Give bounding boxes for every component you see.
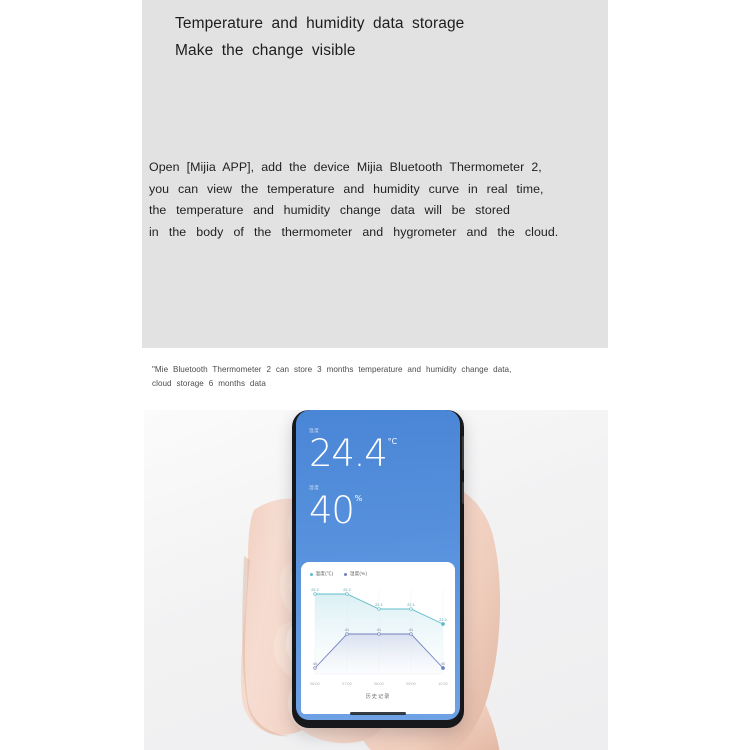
phone-device: 温度 24.4°C 湿度 40% 温度(℃) 湿度(%) 22.2 22.2 2… xyxy=(292,410,464,728)
phone-volume-button[interactable] xyxy=(461,482,464,504)
chart-x-axis: 06:00 07:00 08:00 09:00 10:00 xyxy=(301,682,455,692)
x-axis-tick-label: 09:00 xyxy=(406,682,416,686)
headline-block: Temperature and humidity data storage Ma… xyxy=(175,10,595,64)
body-line-4: in the body of the thermometer and hygro… xyxy=(149,224,559,239)
legend-dot-icon-temperature xyxy=(310,572,313,576)
chart-plot xyxy=(313,588,445,675)
temperature-value: 24.4°C xyxy=(309,432,398,484)
headline-line-2: Make the change visible xyxy=(175,42,356,59)
x-axis-tick-label: 07:00 xyxy=(342,682,352,686)
humidity-unit: % xyxy=(354,494,363,503)
legend-dot-icon-humidity xyxy=(344,572,348,576)
chart-legend: 温度(℃) 湿度(%) xyxy=(310,571,367,577)
phone-screen: 温度 24.4°C 湿度 40% 温度(℃) 湿度(%) 22.2 22.2 2… xyxy=(296,410,460,720)
headline-line-1: Temperature and humidity data storage xyxy=(175,15,465,32)
body-copy-block: Open [Mijia APP], add the device Mijia B… xyxy=(149,157,601,243)
temperature-number: 24.4 xyxy=(309,432,388,475)
humidity-number: 40 xyxy=(309,489,355,532)
legend-item-temperature[interactable]: 温度(℃) xyxy=(310,571,333,577)
humidity-value: 40% xyxy=(309,489,363,541)
x-axis-tick-label: 08:00 xyxy=(374,682,384,686)
footnote-line-1: "Mie Bluetooth Thermometer 2 can store 3… xyxy=(152,365,512,374)
footnote-line-2: cloud storage 6 months data xyxy=(152,378,266,388)
chart-caption: 历史记录 xyxy=(365,694,391,700)
body-line-3: the temperature and humidity change data… xyxy=(149,203,510,217)
feature-panel: Temperature and humidity data storage Ma… xyxy=(142,0,608,348)
body-line-1: Open [Mijia APP], add the device Mijia B… xyxy=(149,160,542,174)
temperature-readout: 温度 24.4°C xyxy=(309,427,398,484)
footnote-block: "Mie Bluetooth Thermometer 2 can store 3… xyxy=(152,363,602,390)
product-photo: 温度 24.4°C 湿度 40% 温度(℃) 湿度(%) 22.2 22.2 2… xyxy=(144,410,608,750)
humidity-readout: 湿度 40% xyxy=(309,484,363,541)
temperature-unit: °C xyxy=(387,437,398,446)
history-chart-card[interactable]: 温度(℃) 湿度(%) 22.2 22.2 22.1 22.1 22.0 40 … xyxy=(301,562,455,714)
legend-item-humidity[interactable]: 湿度(%) xyxy=(344,571,367,577)
legend-label-temperature: 温度(℃) xyxy=(315,571,334,576)
body-line-2: you can view the temperature and humidit… xyxy=(149,181,544,196)
legend-label-humidity: 湿度(%) xyxy=(349,571,368,576)
phone-power-button[interactable] xyxy=(461,436,464,470)
home-indicator[interactable] xyxy=(350,712,406,715)
x-axis-tick-label: 10:00 xyxy=(438,682,448,686)
x-axis-tick-label: 06:00 xyxy=(310,682,320,686)
